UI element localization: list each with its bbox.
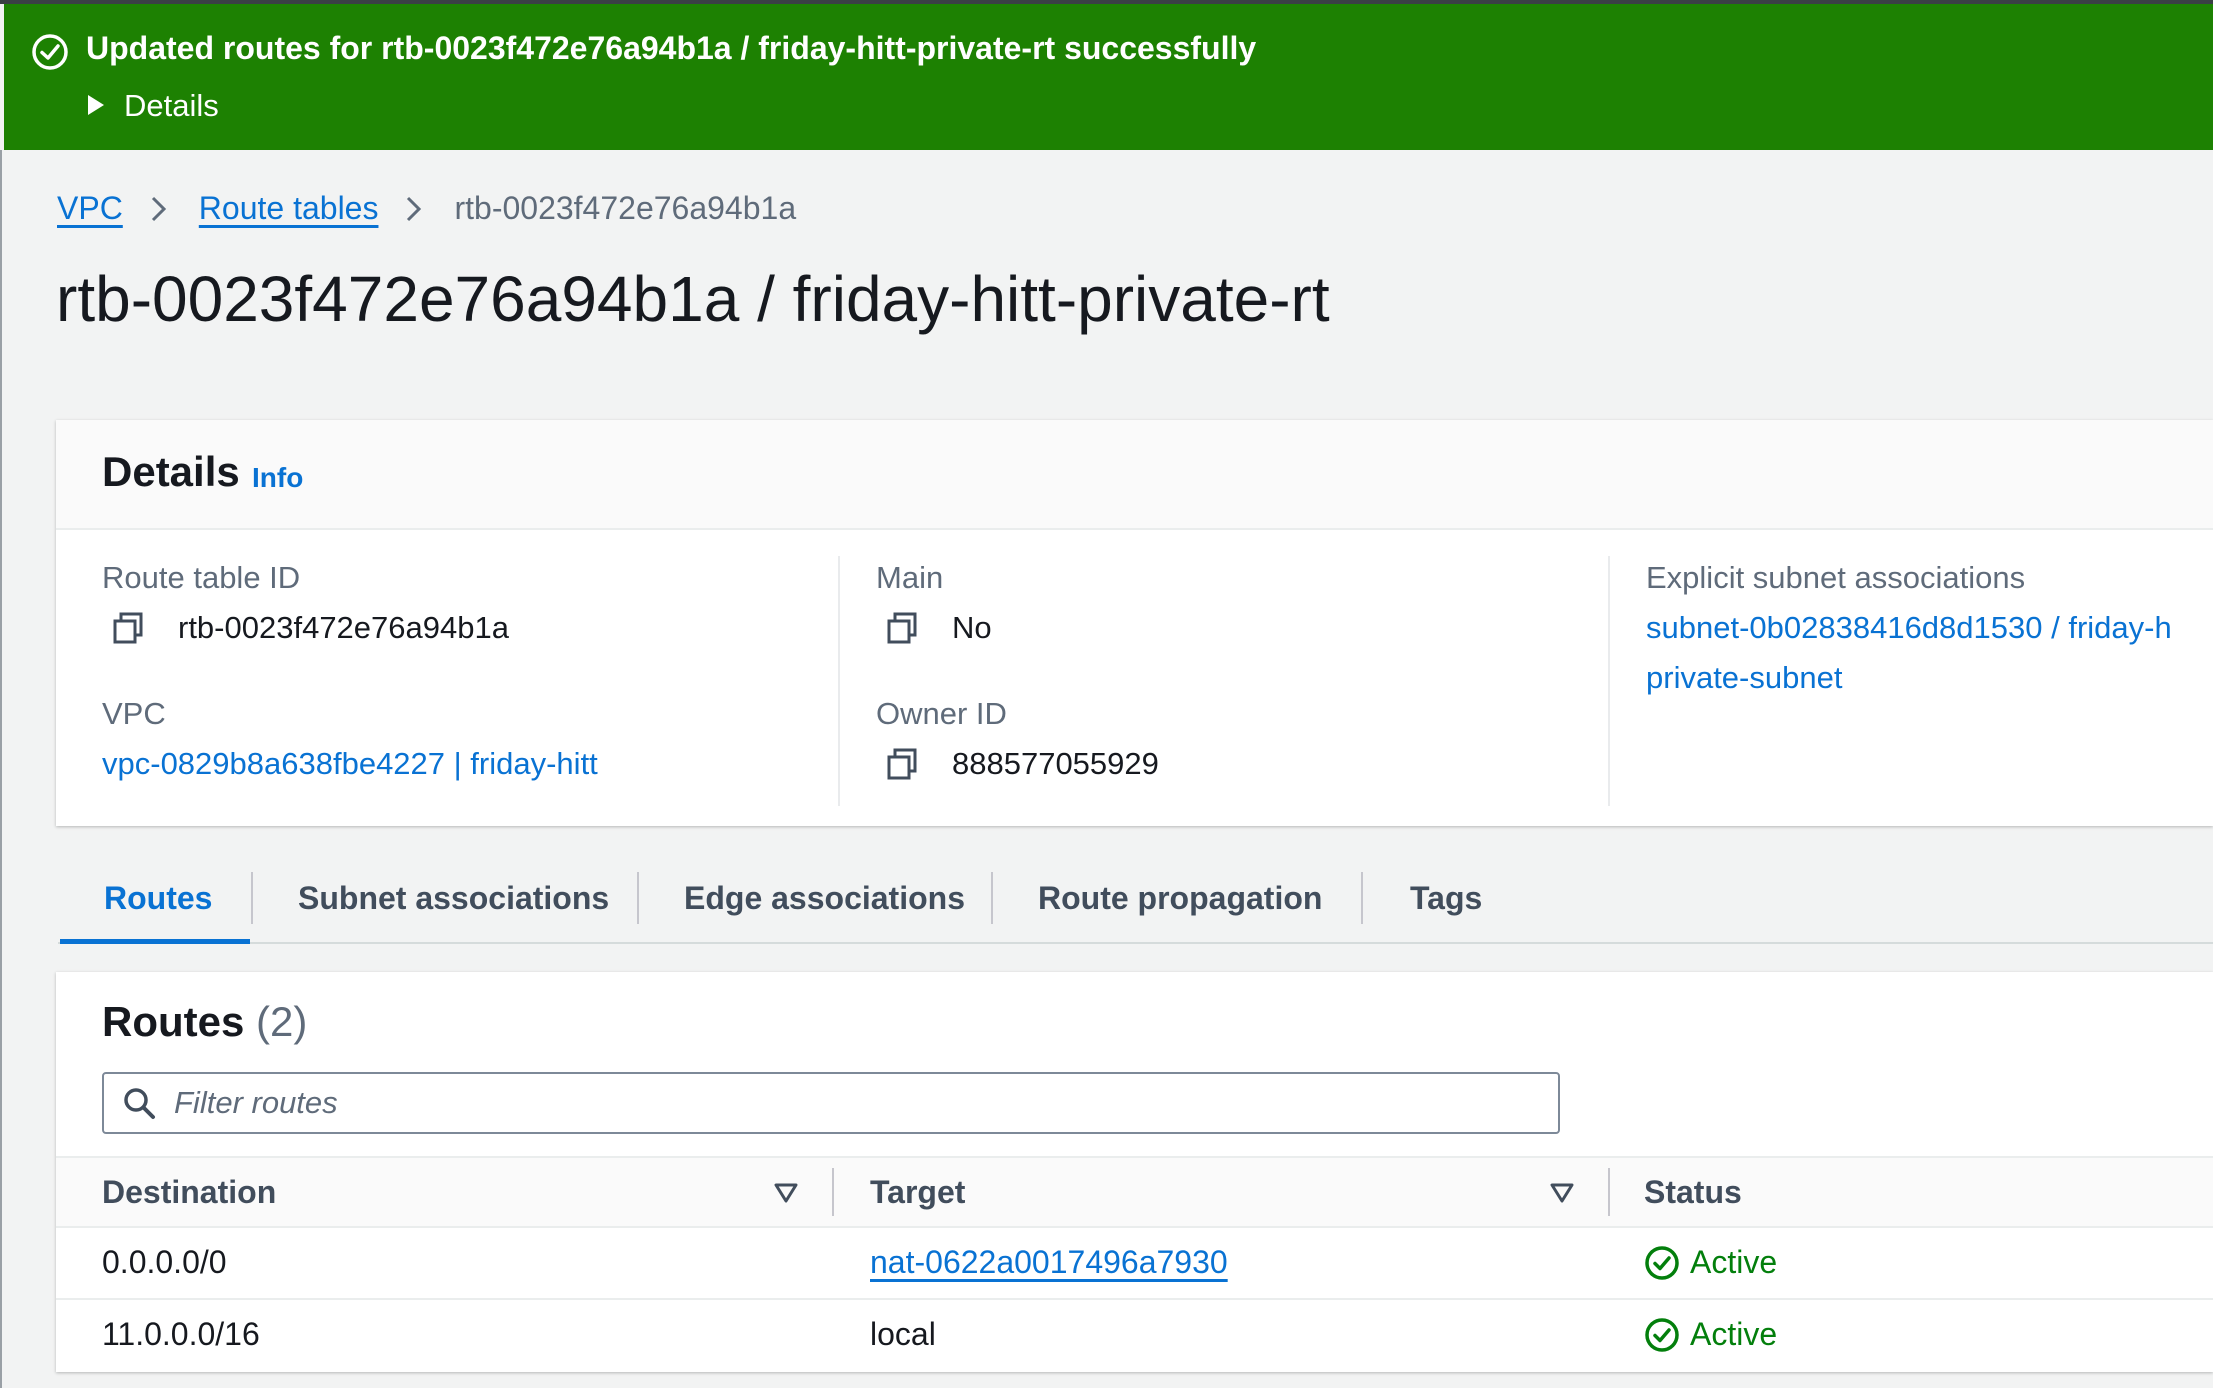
- copy-icon[interactable]: [886, 747, 918, 781]
- route-target: local: [870, 1316, 936, 1352]
- explicit-subnet-link-cont[interactable]: private-subnet: [1646, 660, 1842, 696]
- details-header: Details Info: [56, 420, 2213, 530]
- column-status[interactable]: Status: [1644, 1174, 1742, 1211]
- tab-divider: [1361, 872, 1363, 924]
- copy-icon[interactable]: [886, 611, 918, 645]
- tab-divider: [637, 872, 639, 924]
- breadcrumb-route-tables[interactable]: Route tables: [199, 190, 379, 227]
- check-circle-icon: [1645, 1245, 1679, 1280]
- route-status: Active: [1644, 1316, 1777, 1353]
- column-divider: [832, 1168, 834, 1216]
- tab-route-propagation[interactable]: Route propagation: [1038, 880, 1322, 917]
- success-flash-banner: Updated routes for rtb-0023f472e76a94b1a…: [4, 4, 2213, 150]
- tab-tags[interactable]: Tags: [1410, 880, 1482, 917]
- route-table-id-value: rtb-0023f472e76a94b1a: [112, 610, 509, 646]
- details-panel: Details Info Route table ID rtb-0023f472…: [56, 420, 2213, 826]
- route-destination: 0.0.0.0/0: [102, 1244, 227, 1280]
- route-destination: 11.0.0.0/16: [102, 1316, 260, 1352]
- routes-title-text: Routes: [102, 998, 245, 1045]
- info-link[interactable]: Info: [252, 462, 303, 494]
- tab-divider: [251, 872, 253, 924]
- sort-down-icon[interactable]: [1550, 1182, 1574, 1204]
- details-title: Details: [102, 448, 240, 495]
- table-header: Destination Target Status: [56, 1156, 2213, 1228]
- routes-count: (2): [256, 998, 308, 1045]
- sort-down-icon[interactable]: [774, 1182, 798, 1204]
- vpc-link[interactable]: vpc-0829b8a638fbe4227 | friday-hitt: [102, 746, 598, 782]
- tab-edge-associations[interactable]: Edge associations: [684, 880, 965, 917]
- owner-id: 888577055929: [952, 746, 1159, 781]
- caret-right-icon: [88, 95, 104, 115]
- explicit-subnet-label: Explicit subnet associations: [1646, 560, 2026, 595]
- copy-icon[interactable]: [112, 611, 144, 645]
- active-tab-indicator: [60, 939, 250, 944]
- explicit-subnet-link[interactable]: subnet-0b02838416d8d1530 / friday-h: [1646, 610, 2172, 646]
- owner-id-value: 888577055929: [886, 746, 1159, 782]
- flash-details-toggle[interactable]: Details: [88, 88, 219, 124]
- check-circle-icon: [1645, 1317, 1679, 1352]
- column-divider: [1608, 556, 1610, 806]
- owner-id-label: Owner ID: [876, 696, 1007, 731]
- breadcrumb: VPC Route tables rtb-0023f472e76a94b1a: [57, 190, 796, 227]
- route-status-text: Active: [1690, 1316, 1778, 1352]
- route-table-id-label: Route table ID: [102, 560, 301, 595]
- main: No: [952, 610, 992, 645]
- routes-title: Routes (2): [102, 998, 307, 1046]
- flash-details-label: Details: [124, 88, 219, 123]
- route-status: Active: [1644, 1244, 1777, 1281]
- route-target-link[interactable]: nat-0622a0017496a7930: [870, 1244, 1228, 1281]
- column-target[interactable]: Target: [870, 1174, 965, 1211]
- table-row: 11.0.0.0/16 local Active: [56, 1300, 2213, 1372]
- page-title: rtb-0023f472e76a94b1a / friday-hitt-priv…: [56, 263, 1330, 335]
- routes-panel: Routes (2) Destination Target Status 0.0…: [56, 972, 2213, 1372]
- tab-subnet-associations[interactable]: Subnet associations: [298, 880, 609, 917]
- search-icon: [124, 1088, 155, 1119]
- filter-routes-input[interactable]: [174, 1085, 1534, 1121]
- table-row: 0.0.0.0/0 nat-0622a0017496a7930 Active: [56, 1228, 2213, 1300]
- route-table-id: rtb-0023f472e76a94b1a: [178, 610, 509, 645]
- breadcrumb-vpc[interactable]: VPC: [57, 190, 123, 227]
- column-divider: [1608, 1168, 1610, 1216]
- main-value: No: [886, 610, 992, 646]
- tab-bar: Routes Subnet associations Edge associat…: [58, 860, 2213, 944]
- main-label: Main: [876, 560, 944, 595]
- chevron-right-icon: [151, 196, 166, 221]
- tab-routes[interactable]: Routes: [104, 880, 212, 917]
- check-circle-icon: [32, 34, 68, 70]
- chevron-right-icon: [407, 196, 422, 221]
- vpc-label: VPC: [102, 696, 166, 731]
- flash-message: Updated routes for rtb-0023f472e76a94b1a…: [86, 30, 1257, 66]
- tab-divider: [991, 872, 993, 924]
- filter-routes-box[interactable]: [102, 1072, 1560, 1134]
- left-border: [0, 150, 2, 1388]
- column-destination[interactable]: Destination: [102, 1174, 276, 1211]
- breadcrumb-current: rtb-0023f472e76a94b1a: [454, 190, 797, 226]
- route-status-text: Active: [1690, 1244, 1778, 1280]
- column-divider: [838, 556, 840, 806]
